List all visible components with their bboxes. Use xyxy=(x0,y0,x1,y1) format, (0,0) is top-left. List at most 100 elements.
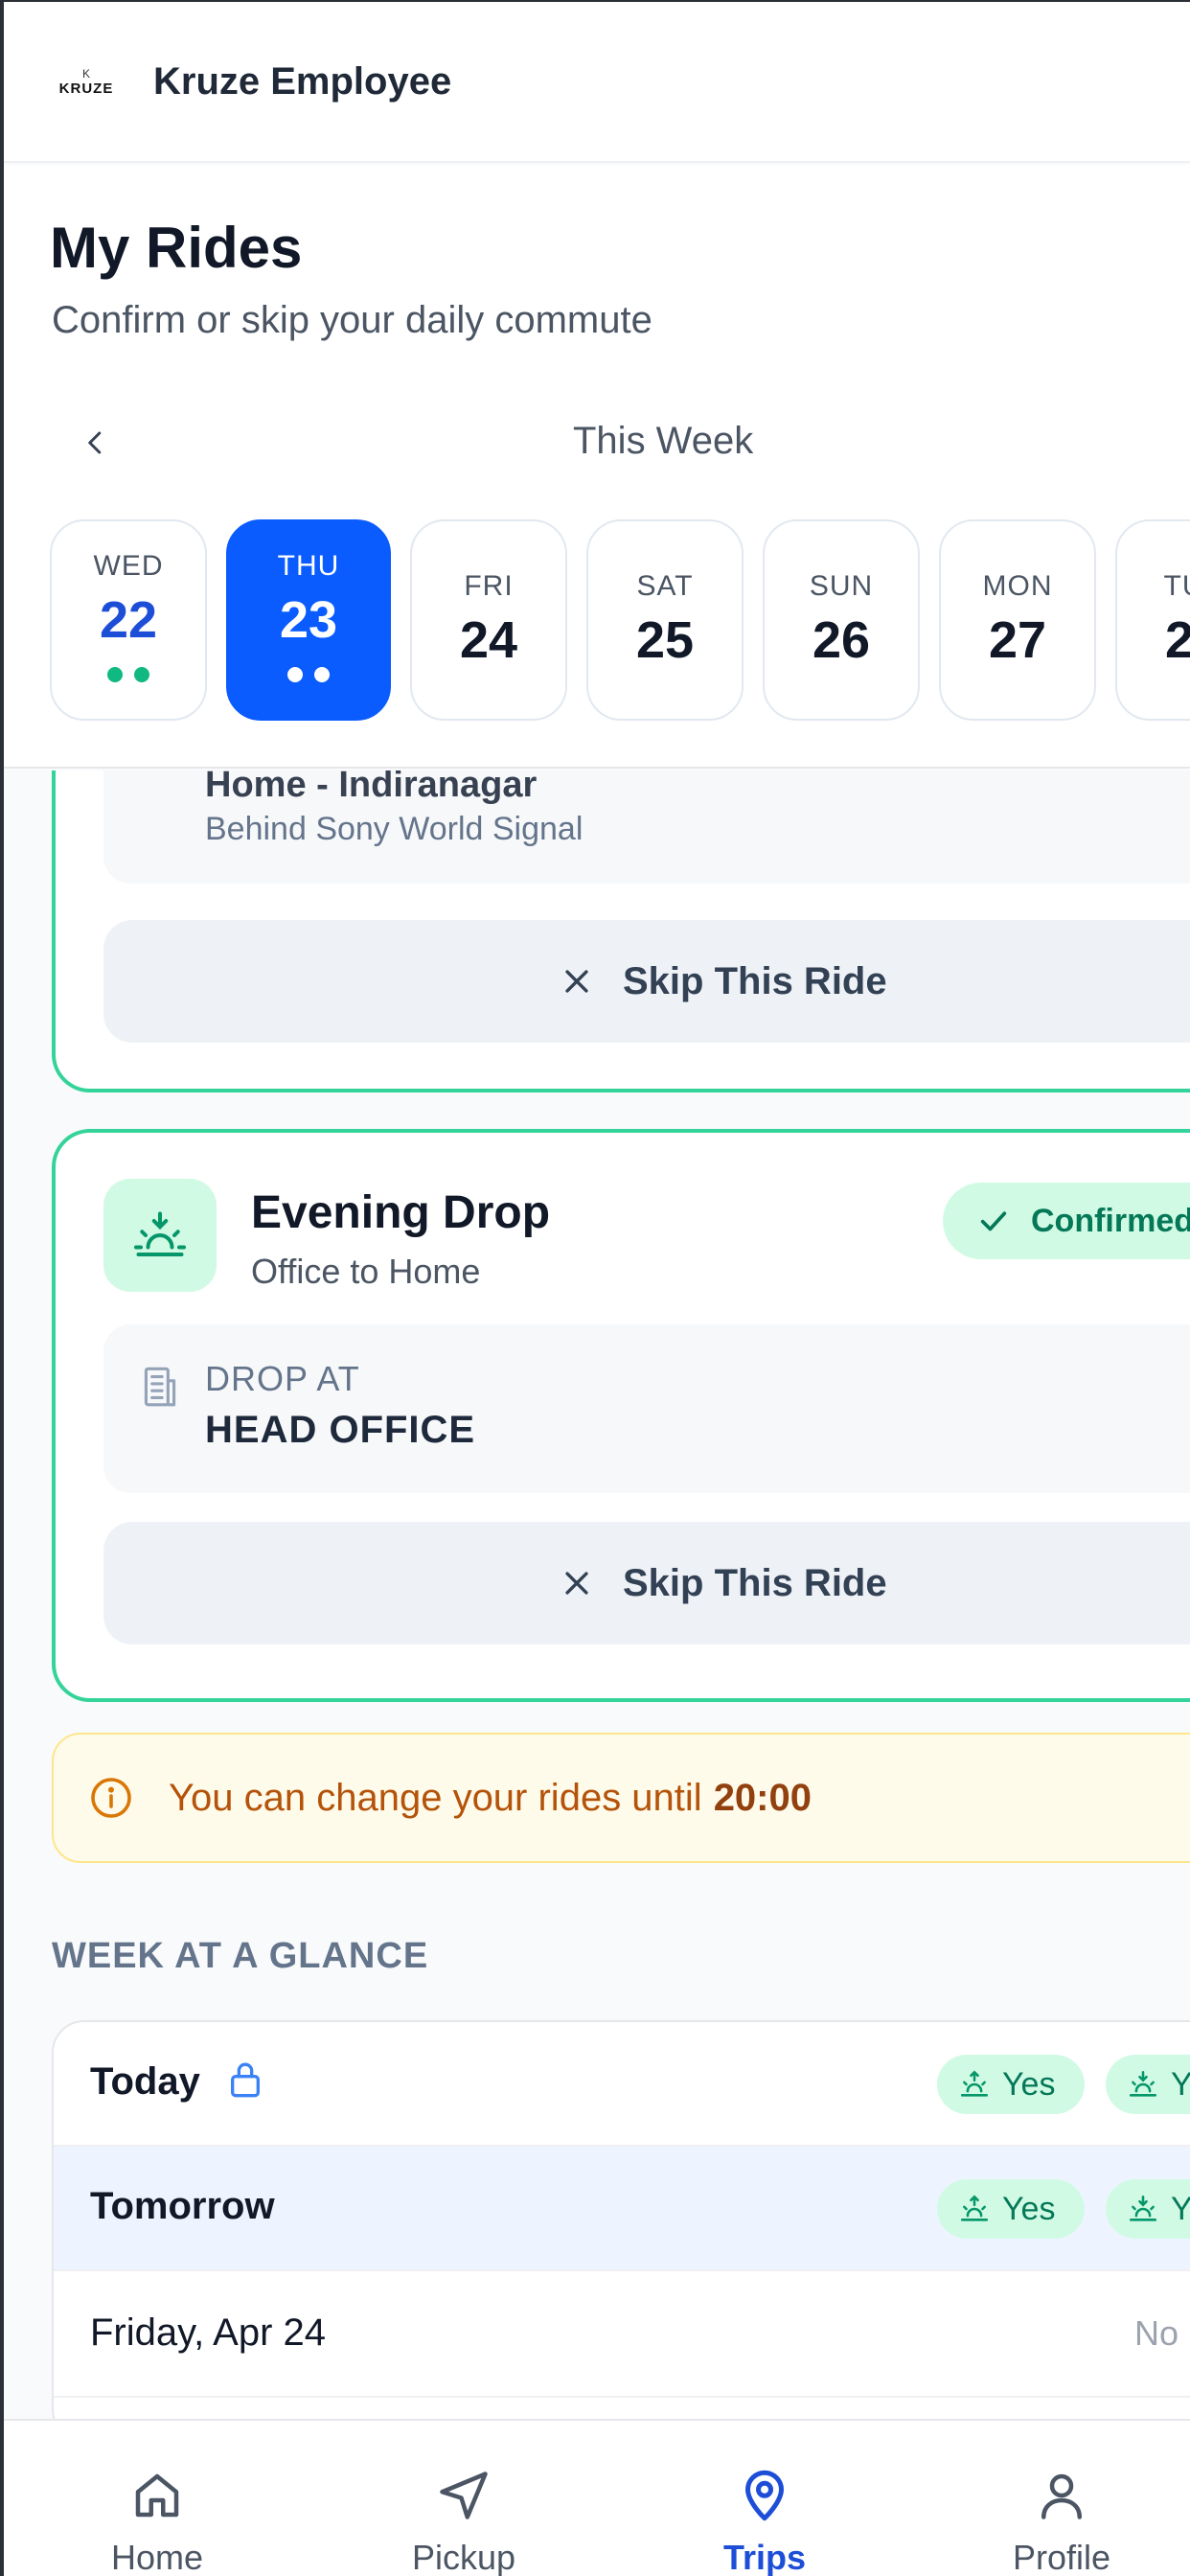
map-pin-icon xyxy=(745,2470,784,2521)
drop-location: HEAD OFFICE xyxy=(205,1409,476,1451)
sunset-icon xyxy=(103,1179,217,1292)
home-icon xyxy=(135,2473,179,2518)
drop-location-box: DROP AT HEAD OFFICE xyxy=(103,1324,1190,1493)
app-frame: K KRUZE Kruze Employee Home - Indiranaga… xyxy=(0,0,1190,2576)
navigation-icon xyxy=(440,2472,488,2519)
day-selector: WED 22 THU 23 FRI 24 SAT 25 SUN 26 MON 2… xyxy=(50,519,1190,723)
day-name: THU xyxy=(277,550,340,582)
kruze-logo: K KRUZE xyxy=(52,47,121,116)
nav-trips[interactable]: Trips xyxy=(669,2467,860,2576)
notice-deadline-time: 20:00 xyxy=(713,1776,812,1819)
glance-row-label: Friday, Apr 24 xyxy=(90,2312,327,2354)
glance-row[interactable]: Friday, Apr 24 No rides xyxy=(54,2273,1190,2398)
day-name: SAT xyxy=(636,570,694,602)
status-text: Confirmed xyxy=(1031,1202,1190,1239)
ride-title: Evening Drop xyxy=(251,1187,551,1238)
sunset-icon xyxy=(1127,2068,1159,2101)
skip-evening-ride-button[interactable]: Skip This Ride xyxy=(103,1522,1190,1644)
nav-pickup[interactable]: Pickup xyxy=(368,2467,560,2576)
status-badge: Confirmed xyxy=(943,1183,1190,1259)
ride-dot xyxy=(107,667,123,682)
nav-label: Trips xyxy=(722,2538,807,2576)
day-name: SUN xyxy=(809,570,874,602)
drop-status-pill: Yes xyxy=(1106,2179,1190,2239)
pill-text: Yes xyxy=(1171,2065,1190,2103)
day-thu[interactable]: THU 23 xyxy=(226,519,391,721)
pill-text: Yes xyxy=(1171,2190,1190,2227)
app-title: Kruze Employee xyxy=(153,59,452,103)
skip-button-label: Skip This Ride xyxy=(623,959,887,1002)
glance-row-label: Today xyxy=(90,2060,200,2103)
day-fri[interactable]: FRI 24 xyxy=(410,519,567,721)
day-mon[interactable]: MON 27 xyxy=(939,519,1096,721)
pickup-address-landmark: Behind Sony World Signal xyxy=(205,811,584,847)
page-subtitle: Confirm or skip your daily commute xyxy=(52,299,652,341)
ride-status-text: No rides xyxy=(1134,2313,1190,2353)
building-icon xyxy=(136,1363,184,1411)
day-number: 25 xyxy=(635,611,695,669)
nav-home[interactable]: Home xyxy=(61,2467,253,2576)
pickup-status-pill: Yes xyxy=(937,2055,1085,2114)
week-navigator: This Week xyxy=(4,404,1190,481)
info-icon xyxy=(88,1775,134,1821)
ride-dot xyxy=(314,667,330,682)
day-name: FRI xyxy=(464,570,514,602)
day-number: 26 xyxy=(812,611,871,669)
notice-text: You can change your rides until xyxy=(169,1776,702,1819)
pill-text: Yes xyxy=(1002,2190,1056,2227)
logo-mark: K xyxy=(81,66,90,80)
day-name: MON xyxy=(982,570,1053,602)
close-icon xyxy=(558,1564,596,1602)
pickup-status-pill: Yes xyxy=(937,2179,1085,2239)
previous-week-button[interactable] xyxy=(71,418,121,468)
pickup-address-name: Home - Indiranagar xyxy=(205,770,538,805)
glance-row[interactable]: Tomorrow Yes Yes xyxy=(54,2147,1190,2271)
day-number: 28 xyxy=(1165,610,1190,670)
day-name: WED xyxy=(93,550,164,582)
morning-pickup-card: Home - Indiranagar Behind Sony World Sig… xyxy=(52,770,1190,1092)
ride-dot xyxy=(287,667,303,682)
day-number: 22 xyxy=(99,591,158,649)
page-header: My Rides Confirm or skip your daily comm… xyxy=(4,165,1190,769)
drop-at-label: DROP AT xyxy=(205,1359,360,1398)
close-icon xyxy=(558,962,596,1000)
nav-label: Profile xyxy=(1012,2538,1111,2576)
ride-dots xyxy=(287,667,330,682)
nav-profile[interactable]: Profile xyxy=(966,2467,1157,2576)
day-number: 24 xyxy=(459,611,518,669)
bottom-nav: Home Pickup Trips Profile xyxy=(4,2419,1190,2576)
day-number: 23 xyxy=(279,591,338,649)
glance-row-label: Tomorrow xyxy=(90,2185,275,2227)
app-bar: K KRUZE Kruze Employee xyxy=(4,2,1190,163)
change-deadline-notice: You can change your rides until 20:00 xyxy=(52,1733,1190,1863)
skip-morning-ride-button[interactable]: Skip This Ride xyxy=(103,920,1190,1043)
glance-row[interactable]: Today Yes Yes xyxy=(54,2022,1190,2147)
day-name: TUE xyxy=(1163,570,1190,602)
day-wed[interactable]: WED 22 xyxy=(50,519,207,721)
evening-drop-card: Evening Drop Office to Home Confirmed DR… xyxy=(52,1129,1190,1702)
week-glance-table: Today Yes Yes xyxy=(52,2020,1190,2419)
section-title: WEEK AT A GLANCE xyxy=(52,1936,429,1976)
day-tue[interactable]: TUE 28 xyxy=(1115,519,1190,721)
sunrise-icon xyxy=(958,2193,991,2225)
skip-button-label: Skip This Ride xyxy=(623,1561,887,1604)
sunrise-icon xyxy=(958,2068,991,2101)
chevron-left-icon xyxy=(88,431,102,454)
user-icon xyxy=(1041,2473,1082,2519)
logo-text: KRUZE xyxy=(58,80,114,97)
day-sun[interactable]: SUN 26 xyxy=(763,519,920,721)
drop-status-pill: Yes xyxy=(1106,2055,1190,2114)
day-number: 27 xyxy=(988,611,1047,669)
lock-icon xyxy=(226,2058,264,2101)
rides-content[interactable]: Home - Indiranagar Behind Sony World Sig… xyxy=(4,770,1190,2419)
ride-dot xyxy=(134,667,149,682)
pickup-address-box: Home - Indiranagar Behind Sony World Sig… xyxy=(103,770,1190,884)
ride-dots xyxy=(107,667,149,682)
day-sat[interactable]: SAT 25 xyxy=(586,519,744,721)
page-title: My Rides xyxy=(50,216,303,280)
nav-label: Pickup xyxy=(411,2538,516,2576)
nav-label: Home xyxy=(110,2538,204,2576)
check-icon xyxy=(977,1204,1012,1238)
sunset-icon xyxy=(1127,2193,1159,2225)
ride-route: Office to Home xyxy=(251,1252,481,1291)
